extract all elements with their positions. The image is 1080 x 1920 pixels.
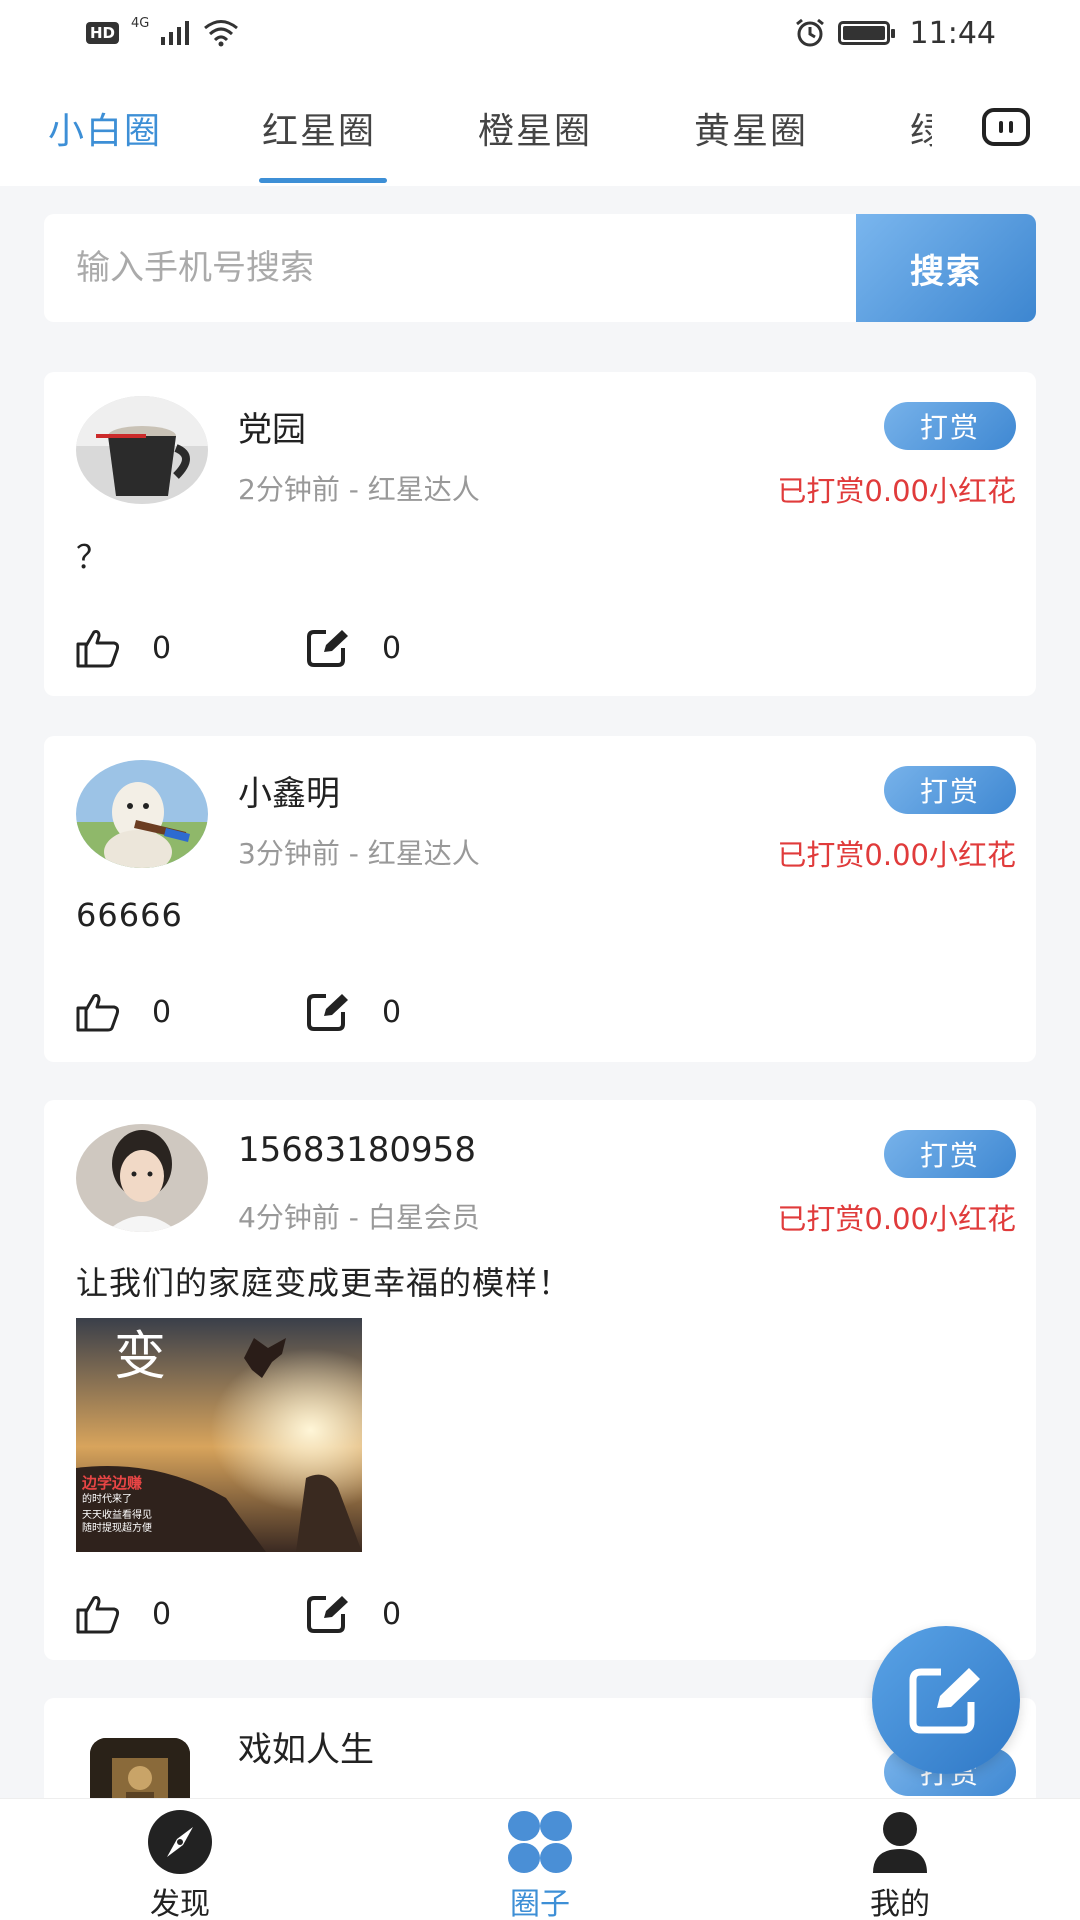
comment-action[interactable]: 0 — [306, 628, 536, 668]
image-title: 变 — [114, 1327, 167, 1387]
tab-xiaobai[interactable]: 小白圈 — [48, 102, 162, 154]
like-count: 0 — [152, 994, 172, 1030]
reward-button[interactable]: 打赏 — [884, 766, 1016, 814]
tab-lvxing[interactable]: 绿 — [910, 102, 932, 154]
tab-chengxing[interactable]: 橙星圈 — [478, 102, 592, 154]
battery-icon — [837, 21, 895, 45]
nav-profile[interactable]: 我的 — [840, 1809, 960, 1920]
reward-status: 已打赏0.00小红花 — [777, 1202, 1016, 1236]
post-username[interactable]: 戏如人生 — [238, 1722, 374, 1771]
user-icon — [873, 1812, 927, 1873]
comment-count: 0 — [382, 1596, 402, 1632]
like-count: 0 — [152, 1596, 172, 1632]
edit-icon — [307, 994, 348, 1031]
tab-indicator — [259, 178, 387, 183]
reward-button[interactable]: 打赏 — [884, 1130, 1016, 1178]
avatar[interactable] — [76, 1124, 208, 1232]
post-content: 让我们的家庭变成更幸福的模样！ — [76, 1264, 572, 1302]
signal-icon — [161, 21, 190, 45]
wifi-icon — [204, 20, 239, 47]
search-button[interactable]: 搜索 — [856, 214, 1036, 322]
hd-icon: HD — [86, 22, 120, 44]
nav-discover[interactable]: 发现 — [120, 1809, 240, 1920]
like-action[interactable]: 0 — [76, 1594, 306, 1634]
image-caption-4: 随时提现超方便 — [82, 1523, 152, 1534]
post-actions: 0 0 — [76, 1594, 536, 1634]
post-content: 66666 — [76, 896, 183, 934]
tab-huangxing[interactable]: 黄星圈 — [694, 102, 808, 154]
post-username[interactable]: 小鑫明 — [238, 766, 340, 815]
compass-icon — [148, 1810, 212, 1874]
bottom-nav: 发现 圈子 我的 — [0, 1798, 1080, 1920]
thumbs-up-icon — [76, 630, 120, 668]
nav-profile-label: 我的 — [870, 1887, 930, 1920]
comment-action[interactable]: 0 — [306, 1594, 536, 1634]
post-actions: 0 0 — [76, 628, 536, 668]
tab-hongxing[interactable]: 红星圈 — [262, 102, 376, 154]
post-card: 党园 2分钟前 - 红星达人 打赏 已打赏0.00小红花 ？ 0 0 — [44, 372, 1036, 696]
thumbs-up-icon — [76, 1596, 120, 1634]
post-image[interactable]: 变 边学边赚 的时代来了 天天收益看得见 随时提现超方便 — [76, 1318, 362, 1552]
post-username[interactable]: 15683180958 — [238, 1130, 476, 1170]
comment-count: 0 — [382, 630, 402, 666]
thumbs-up-icon — [76, 994, 120, 1032]
clock: 11:44 — [909, 15, 996, 51]
post-meta: 3分钟前 - 红星达人 — [238, 837, 480, 870]
nav-discover-label: 发现 — [150, 1887, 210, 1920]
create-post-button[interactable] — [872, 1626, 1020, 1774]
avatar[interactable] — [76, 760, 208, 868]
status-left: HD 4G — [86, 15, 239, 47]
status-right: 11:44 — [794, 16, 996, 51]
post-card: 小鑫明 3分钟前 - 红星达人 打赏 已打赏0.00小红花 66666 0 0 — [44, 736, 1036, 1062]
edit-icon — [909, 1668, 980, 1734]
nav-circle-label: 圈子 — [510, 1887, 570, 1920]
alarm-icon — [795, 18, 824, 47]
reward-button[interactable]: 打赏 — [884, 402, 1016, 450]
like-count: 0 — [152, 630, 172, 666]
status-bar: HD 4G 11:44 — [0, 0, 1080, 66]
tab-more-icon[interactable] — [982, 108, 1030, 146]
post-card: 15683180958 4分钟前 - 白星会员 打赏 已打赏0.00小红花 让我… — [44, 1100, 1036, 1660]
post-meta: 4分钟前 - 白星会员 — [238, 1201, 480, 1234]
category-tabs: 小白圈 红星圈 橙星圈 黄星圈 绿 — [0, 66, 1080, 186]
like-action[interactable]: 0 — [76, 992, 306, 1032]
reward-status: 已打赏0.00小红花 — [777, 838, 1016, 872]
reward-status: 已打赏0.00小红花 — [777, 474, 1016, 508]
post-meta: 2分钟前 - 红星达人 — [238, 473, 480, 506]
network-type: 4G — [131, 15, 150, 31]
like-action[interactable]: 0 — [76, 628, 306, 668]
search-bar: 搜索 — [44, 214, 1036, 322]
post-content: ？ — [76, 538, 110, 576]
image-caption-2: 的时代来了 — [82, 1494, 132, 1505]
edit-icon — [307, 1596, 348, 1633]
edit-icon — [307, 630, 348, 667]
nav-circle[interactable]: 圈子 — [480, 1809, 600, 1920]
grid-icon — [508, 1811, 572, 1873]
search-input[interactable] — [44, 214, 856, 322]
post-username[interactable]: 党园 — [238, 402, 306, 451]
comment-action[interactable]: 0 — [306, 992, 536, 1032]
post-actions: 0 0 — [76, 992, 536, 1032]
comment-count: 0 — [382, 994, 402, 1030]
avatar[interactable] — [76, 396, 208, 504]
